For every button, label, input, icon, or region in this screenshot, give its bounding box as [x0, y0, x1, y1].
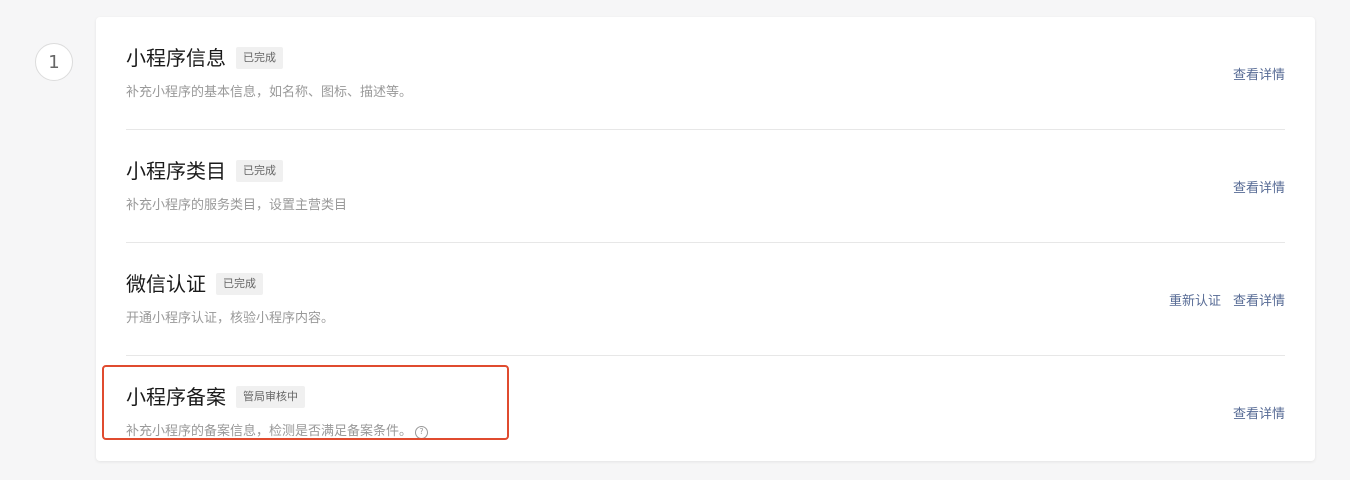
row-wechat-verification: 微信认证 已完成 开通小程序认证，核验小程序内容。 重新认证 查看详情	[126, 243, 1285, 356]
row-description: 补充小程序的基本信息，如名称、图标、描述等。	[126, 84, 412, 102]
view-details-link[interactable]: 查看详情	[1233, 64, 1285, 83]
question-circle-icon[interactable]: ?	[415, 425, 429, 439]
row-description: 补充小程序的服务类目，设置主营类目	[126, 197, 347, 215]
row-description-text: 开通小程序认证，核验小程序内容。	[126, 311, 335, 326]
view-details-link[interactable]: 查看详情	[1233, 290, 1285, 309]
status-badge: 已完成	[216, 273, 263, 295]
row-actions: 重新认证 查看详情	[1169, 290, 1285, 309]
row-description: 开通小程序认证，核验小程序内容。	[126, 310, 334, 328]
row-title: 小程序类目	[126, 159, 226, 183]
status-badge: 管局审核中	[236, 386, 305, 408]
row-mini-program-category: 小程序类目 已完成 补充小程序的服务类目，设置主营类目 查看详情	[126, 130, 1285, 243]
row-title-line: 微信认证 已完成	[126, 272, 263, 296]
row-title-line: 小程序信息 已完成	[126, 46, 283, 70]
row-title: 微信认证	[126, 272, 206, 296]
row-actions: 查看详情	[1233, 64, 1285, 83]
row-description-text: 补充小程序的基本信息，如名称、图标、描述等。	[126, 85, 413, 100]
status-badge: 已完成	[236, 160, 283, 182]
row-title: 小程序信息	[126, 46, 226, 70]
row-title: 小程序备案	[126, 385, 226, 409]
row-actions: 查看详情	[1233, 403, 1285, 422]
row-description: 补充小程序的备案信息，检测是否满足备案条件。 ?	[126, 423, 429, 441]
step-number: 1	[35, 43, 73, 81]
row-title-line: 小程序备案 管局审核中	[126, 385, 305, 409]
row-description-text: 补充小程序的服务类目，设置主营类目	[126, 198, 348, 213]
row-title-line: 小程序类目 已完成	[126, 159, 283, 183]
setup-card: 小程序信息 已完成 补充小程序的基本信息，如名称、图标、描述等。 查看详情 小程…	[96, 17, 1315, 461]
reverify-link[interactable]: 重新认证	[1169, 290, 1221, 309]
row-actions: 查看详情	[1233, 177, 1285, 196]
view-details-link[interactable]: 查看详情	[1233, 177, 1285, 196]
row-mini-program-info: 小程序信息 已完成 补充小程序的基本信息，如名称、图标、描述等。 查看详情	[126, 17, 1285, 130]
view-details-link[interactable]: 查看详情	[1233, 403, 1285, 422]
row-mini-program-filing: 小程序备案 管局审核中 补充小程序的备案信息，检测是否满足备案条件。 ? 查看详…	[126, 356, 1285, 469]
row-description-text: 补充小程序的备案信息，检测是否满足备案条件。	[126, 424, 413, 439]
status-badge: 已完成	[236, 47, 283, 69]
